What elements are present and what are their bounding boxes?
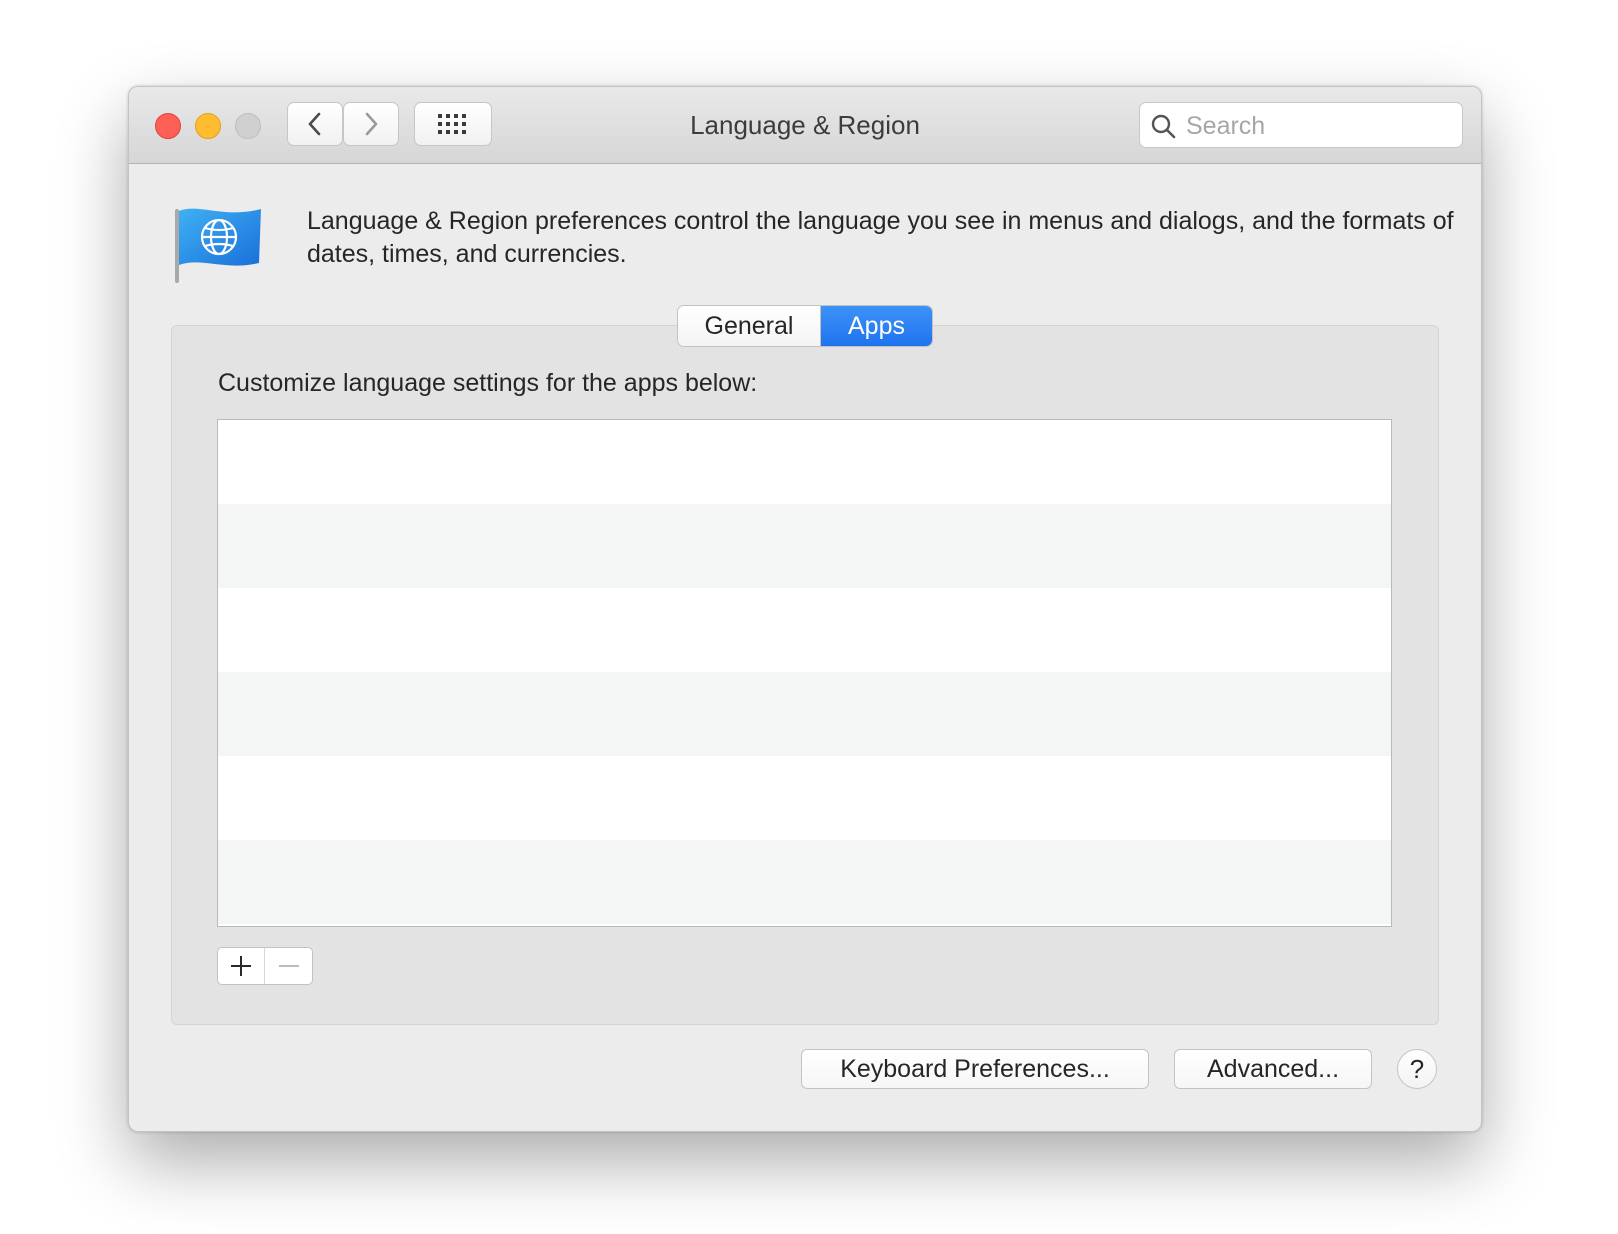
zoom-window-button xyxy=(235,113,261,139)
minimize-window-button[interactable] xyxy=(195,113,221,139)
tab-bar: General Apps xyxy=(677,305,933,347)
apps-list[interactable] xyxy=(217,419,1392,927)
back-button[interactable] xyxy=(287,102,343,146)
close-window-button[interactable] xyxy=(155,113,181,139)
tab-apps[interactable]: Apps xyxy=(821,306,932,346)
show-all-button[interactable] xyxy=(414,102,492,146)
flag-globe-icon xyxy=(175,208,261,283)
keyboard-preferences-button[interactable]: Keyboard Preferences... xyxy=(801,1049,1149,1089)
add-app-button[interactable] xyxy=(218,948,266,984)
list-row xyxy=(218,504,1391,588)
help-button[interactable]: ? xyxy=(1397,1049,1437,1089)
preferences-window: Language & Region Language & Region pref xyxy=(128,86,1482,1132)
search-field[interactable] xyxy=(1139,102,1463,149)
add-remove-control xyxy=(217,947,313,985)
list-row xyxy=(218,588,1391,672)
tab-general[interactable]: General xyxy=(678,306,821,346)
chevron-left-icon xyxy=(308,112,321,136)
grid-icon xyxy=(438,114,466,134)
pane-description: Language & Region preferences control th… xyxy=(307,207,1454,268)
search-input[interactable] xyxy=(1184,103,1458,149)
plus-icon xyxy=(231,956,251,976)
list-row xyxy=(218,840,1391,924)
title-bar: Language & Region xyxy=(129,87,1481,164)
list-row xyxy=(218,672,1391,756)
list-row xyxy=(218,756,1391,840)
apps-panel-label: Customize language settings for the apps… xyxy=(218,369,758,397)
search-icon xyxy=(1151,114,1176,139)
forward-button[interactable] xyxy=(343,102,399,146)
remove-app-button xyxy=(265,948,312,984)
chevron-right-icon xyxy=(365,112,378,136)
minus-icon xyxy=(278,965,299,967)
list-row xyxy=(218,420,1391,504)
advanced-button[interactable]: Advanced... xyxy=(1174,1049,1372,1089)
